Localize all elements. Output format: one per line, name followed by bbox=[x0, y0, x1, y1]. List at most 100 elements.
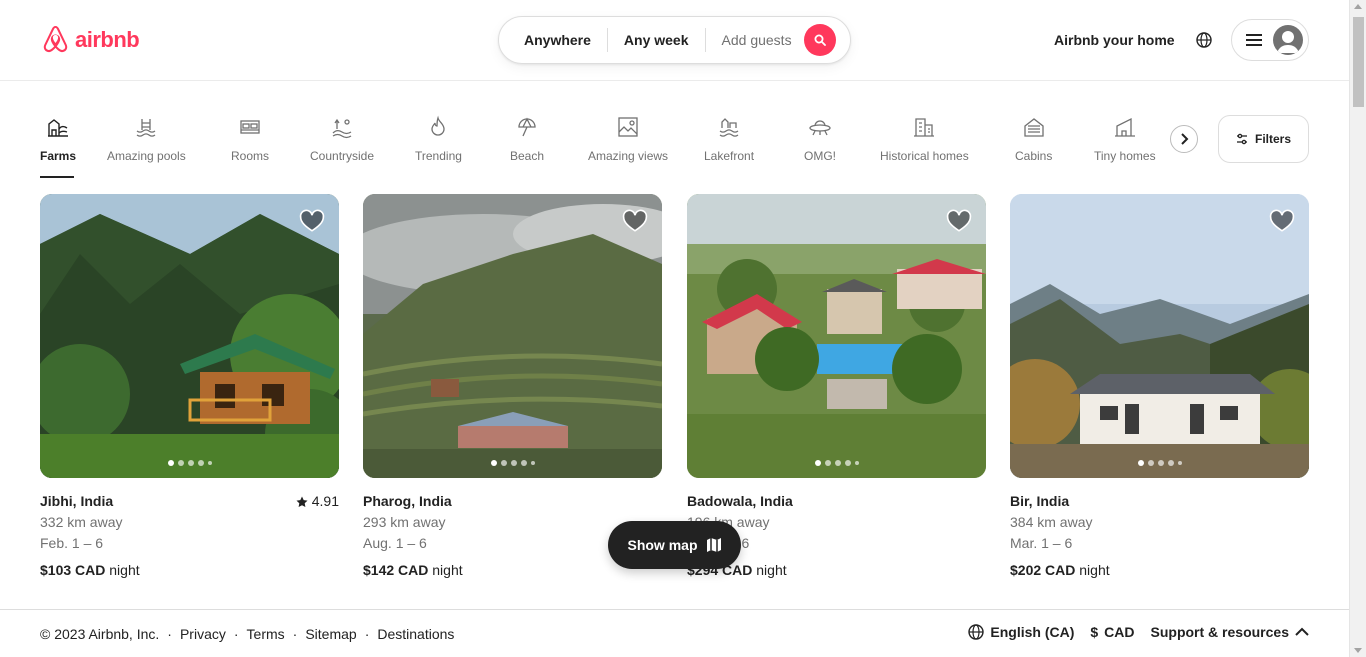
carousel-dot bbox=[500, 460, 507, 466]
category-cabins[interactable]: Cabins bbox=[1015, 114, 1052, 163]
active-category-underline bbox=[40, 176, 74, 178]
category-amazing-pools[interactable]: Amazing pools bbox=[107, 114, 186, 163]
search-any-week-button[interactable]: Any week bbox=[608, 32, 705, 48]
footer-links: © 2023 Airbnb, Inc. · Privacy · Terms · … bbox=[40, 626, 454, 642]
scrollbar-thumb[interactable] bbox=[1353, 17, 1364, 107]
chevron-up-icon bbox=[1295, 627, 1309, 636]
carousel-dot bbox=[814, 460, 821, 466]
category-label: Farms bbox=[40, 149, 77, 163]
category-label: Amazing pools bbox=[107, 149, 186, 163]
support-resources-button[interactable]: Support & resources bbox=[1151, 624, 1309, 640]
show-map-button[interactable]: Show map bbox=[608, 521, 741, 569]
listing-photo[interactable] bbox=[40, 194, 339, 478]
photo-carousel-dots bbox=[167, 460, 212, 466]
scroll-down-arrow-icon[interactable] bbox=[1354, 648, 1362, 653]
carousel-dot bbox=[530, 461, 535, 465]
category-beach[interactable]: Beach bbox=[510, 114, 544, 163]
category-label: Amazing views bbox=[588, 149, 669, 163]
category-historical-homes[interactable]: Historical homes bbox=[880, 114, 969, 163]
listing-photo[interactable] bbox=[363, 194, 662, 478]
listing-location: Pharog, India bbox=[363, 493, 452, 509]
listing-dates: Mar. 1 – 6 bbox=[1010, 535, 1073, 551]
carousel-dot bbox=[1157, 460, 1164, 466]
footer-separator: · bbox=[233, 626, 239, 642]
wishlist-heart-button[interactable] bbox=[946, 208, 972, 234]
wishlist-heart-button[interactable] bbox=[1269, 208, 1295, 234]
listing-info: Bir, India 384 km away Mar. 1 – 6 $202 C… bbox=[1010, 491, 1309, 581]
view-icon bbox=[615, 114, 641, 140]
price-unit: night bbox=[1079, 562, 1110, 578]
language-selector[interactable]: English (CA) bbox=[968, 624, 1074, 640]
carousel-dot bbox=[490, 460, 497, 466]
category-countryside[interactable]: Countryside bbox=[310, 114, 374, 163]
search-bar[interactable]: Anywhere Any week Add guests bbox=[498, 16, 851, 64]
category-omg[interactable]: OMG! bbox=[804, 114, 836, 163]
carousel-dot bbox=[844, 460, 851, 466]
search-anywhere-button[interactable]: Anywhere bbox=[499, 32, 607, 48]
filters-icon bbox=[1236, 133, 1247, 145]
filters-button[interactable]: Filters bbox=[1218, 115, 1309, 163]
listing-card[interactable]: Badowala, India 196 km away Mar. 1 – 6 $… bbox=[687, 194, 986, 581]
umbrella-icon bbox=[514, 114, 540, 140]
user-avatar-icon bbox=[1277, 31, 1299, 53]
lake-icon bbox=[716, 114, 742, 140]
photo-carousel-dots bbox=[1137, 460, 1182, 466]
listing-photo[interactable] bbox=[687, 194, 986, 478]
cabin-icon bbox=[1021, 114, 1047, 140]
airbnb-your-home-link[interactable]: Airbnb your home bbox=[1054, 32, 1175, 48]
listing-card[interactable]: Pharog, India 293 km away Aug. 1 – 6 $14… bbox=[363, 194, 662, 581]
user-menu-button[interactable] bbox=[1231, 19, 1309, 61]
footer-separator: · bbox=[364, 626, 370, 642]
listing-card[interactable]: Jibhi, India 4.91 332 km away Feb. 1 – 6… bbox=[40, 194, 339, 581]
map-icon bbox=[706, 538, 721, 552]
carousel-dot bbox=[187, 460, 194, 466]
search-add-guests-button[interactable]: Add guests bbox=[706, 32, 804, 48]
carousel-dot bbox=[854, 461, 859, 465]
category-label: Countryside bbox=[310, 149, 375, 163]
category-tiny-homes[interactable]: Tiny homes bbox=[1094, 114, 1156, 163]
listing-image bbox=[40, 194, 339, 478]
listing-image bbox=[687, 194, 986, 478]
category-label: Rooms bbox=[231, 149, 270, 163]
airbnb-logo[interactable]: airbnb bbox=[40, 23, 140, 56]
listing-photo[interactable] bbox=[1010, 194, 1309, 478]
category-farms[interactable]: Farms bbox=[40, 114, 76, 163]
footer-settings: English (CA) $ CAD Support & resources bbox=[968, 624, 1309, 640]
carousel-dot bbox=[167, 460, 174, 466]
listing-price: $202 CAD night bbox=[1010, 560, 1309, 581]
listing-price: $103 CAD night bbox=[40, 560, 339, 581]
sitemap-link[interactable]: Sitemap bbox=[305, 626, 356, 642]
carousel-dot bbox=[1167, 460, 1174, 466]
category-rooms[interactable]: Rooms bbox=[231, 114, 269, 163]
category-next-button[interactable] bbox=[1170, 125, 1198, 153]
currency-selector[interactable]: $ CAD bbox=[1090, 624, 1134, 640]
category-label: OMG! bbox=[804, 149, 836, 163]
language-button[interactable] bbox=[1192, 29, 1216, 51]
carousel-dot bbox=[1137, 460, 1144, 466]
wishlist-heart-button[interactable] bbox=[299, 208, 325, 234]
terms-link[interactable]: Terms bbox=[247, 626, 285, 642]
pool-icon bbox=[133, 114, 159, 140]
chevron-right-icon bbox=[1181, 133, 1189, 145]
price-amount: $142 CAD bbox=[363, 562, 429, 578]
listing-location: Jibhi, India bbox=[40, 493, 114, 509]
carousel-dot bbox=[510, 460, 517, 466]
category-lakefront[interactable]: Lakefront bbox=[704, 114, 754, 163]
photo-carousel-dots bbox=[814, 460, 859, 466]
category-trending[interactable]: Trending bbox=[415, 114, 462, 163]
avatar bbox=[1273, 25, 1303, 55]
category-label: Lakefront bbox=[704, 149, 755, 163]
wishlist-heart-button[interactable] bbox=[622, 208, 648, 234]
page-scrollbar[interactable] bbox=[1349, 0, 1366, 657]
listing-location: Bir, India bbox=[1010, 493, 1070, 509]
category-amazing-views[interactable]: Amazing views bbox=[588, 114, 668, 163]
listing-card[interactable]: Bir, India 384 km away Mar. 1 – 6 $202 C… bbox=[1010, 194, 1309, 581]
show-map-label: Show map bbox=[627, 537, 698, 553]
privacy-link[interactable]: Privacy bbox=[180, 626, 226, 642]
carousel-dot bbox=[177, 460, 184, 466]
globe-icon bbox=[1196, 32, 1212, 48]
destinations-link[interactable]: Destinations bbox=[377, 626, 454, 642]
listing-image bbox=[363, 194, 662, 478]
scroll-up-arrow-icon[interactable] bbox=[1354, 4, 1362, 9]
search-submit-button[interactable] bbox=[803, 24, 836, 56]
